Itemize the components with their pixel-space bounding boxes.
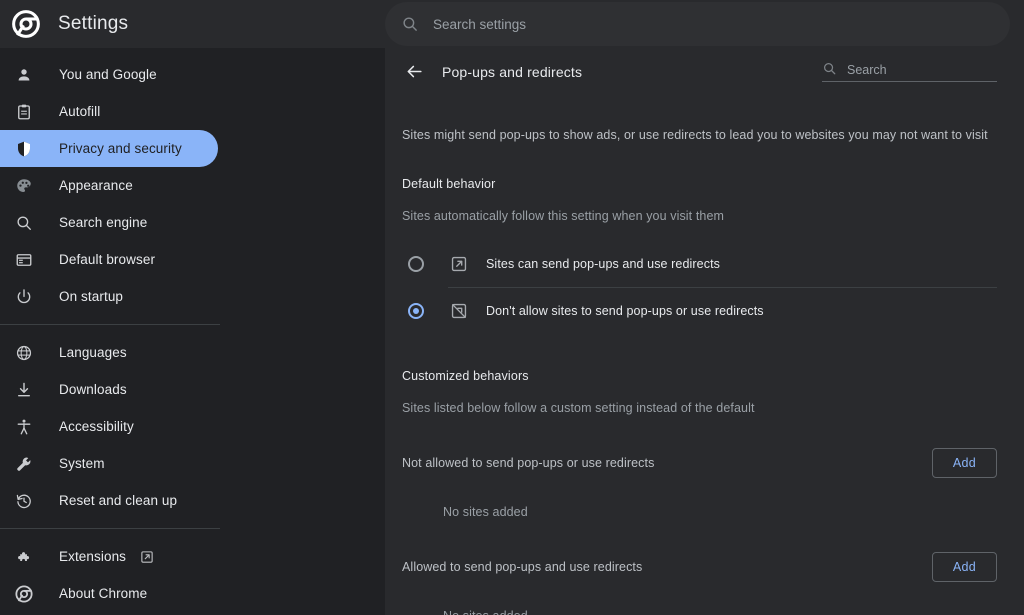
default-behavior-subtitle: Sites automatically follow this setting …	[402, 209, 725, 223]
sidebar-item-appearance[interactable]: Appearance	[0, 167, 385, 204]
page-title: Settings	[58, 13, 129, 34]
person-icon	[14, 65, 34, 85]
sidebar-item-privacy-and-security[interactable]: Privacy and security	[0, 130, 218, 167]
sidebar-group-main: You and Google Autofill Privacy and secu…	[0, 56, 385, 315]
sidebar-item-label: Default browser	[59, 252, 156, 267]
sidebar-item-languages[interactable]: Languages	[0, 334, 385, 371]
sidebar: You and Google Autofill Privacy and secu…	[0, 48, 385, 615]
sidebar-item-label: Extensions	[59, 549, 127, 564]
add-allowed-button[interactable]: Add	[931, 552, 997, 582]
not-allowed-label: Not allowed to send pop-ups or use redir…	[402, 456, 655, 470]
shield-icon	[14, 139, 34, 159]
sidebar-group-advanced: Languages Downloads Accessibility System…	[0, 334, 385, 519]
sidebar-item-default-browser[interactable]: Default browser	[0, 241, 385, 278]
radio-option-block-popups[interactable]: Don't allow sites to send pop-ups or use…	[402, 288, 997, 334]
add-not-allowed-button[interactable]: Add	[931, 448, 997, 478]
radio-option-label: Don't allow sites to send pop-ups or use…	[486, 304, 764, 318]
search-icon	[823, 62, 836, 75]
sidebar-item-label: Autofill	[59, 104, 101, 119]
sidebar-item-on-startup[interactable]: On startup	[0, 278, 385, 315]
search-icon	[14, 213, 34, 233]
sidebar-item-reset-and-clean-up[interactable]: Reset and clean up	[0, 482, 385, 519]
download-icon	[14, 380, 34, 400]
sidebar-item-label: System	[59, 456, 105, 471]
sidebar-item-label: You and Google	[59, 67, 157, 82]
section-search-input[interactable]	[847, 63, 997, 77]
palette-icon	[14, 176, 34, 196]
sidebar-item-label: Appearance	[59, 178, 133, 193]
allowed-label: Allowed to send pop-ups and use redirect…	[402, 560, 643, 574]
chrome-logo-icon	[12, 10, 40, 38]
wrench-icon	[14, 454, 34, 474]
history-icon	[14, 491, 34, 511]
sidebar-item-label: Languages	[59, 345, 127, 360]
customized-behaviors-title: Customized behaviors	[402, 369, 529, 383]
sidebar-divider-1	[0, 324, 220, 325]
sidebar-item-label: Search engine	[59, 215, 148, 230]
default-behavior-title: Default behavior	[402, 177, 496, 191]
power-icon	[14, 287, 34, 307]
sidebar-item-label: Reset and clean up	[59, 493, 178, 508]
sidebar-item-downloads[interactable]: Downloads	[0, 371, 385, 408]
main-header: Pop-ups and redirects	[385, 48, 1024, 95]
radio-option-label: Sites can send pop-ups and use redirects	[486, 257, 720, 271]
radio-button[interactable]	[408, 303, 424, 319]
sidebar-item-label: Accessibility	[59, 419, 134, 434]
section-title: Pop-ups and redirects	[442, 63, 583, 80]
radio-button[interactable]	[408, 256, 424, 272]
clipboard-icon	[14, 102, 34, 122]
global-search-container	[385, 0, 1024, 48]
sidebar-item-system[interactable]: System	[0, 445, 385, 482]
sidebar-item-search-engine[interactable]: Search engine	[0, 204, 385, 241]
not-allowed-list-header: Not allowed to send pop-ups or use redir…	[402, 447, 997, 479]
sidebar-item-label: Privacy and security	[59, 141, 182, 156]
customized-behaviors-subtitle: Sites listed below follow a custom setti…	[402, 401, 755, 415]
not-allowed-empty-text: No sites added	[443, 505, 528, 519]
search-icon	[403, 17, 417, 31]
top-bar-brand: Settings	[0, 0, 385, 48]
search-settings-input[interactable]	[433, 16, 994, 32]
sidebar-item-accessibility[interactable]: Accessibility	[0, 408, 385, 445]
open-in-new-off-icon	[451, 303, 467, 319]
arrow-left-icon	[407, 65, 422, 78]
browser-icon	[14, 250, 34, 270]
sidebar-group-footer: Extensions About Chrome	[0, 538, 385, 612]
accessibility-icon	[14, 417, 34, 437]
section-description: Sites might send pop-ups to show ads, or…	[402, 128, 988, 142]
globe-icon	[14, 343, 34, 363]
sidebar-item-you-and-google[interactable]: You and Google	[0, 56, 385, 93]
sidebar-item-about-chrome[interactable]: About Chrome	[0, 575, 385, 612]
sidebar-item-extensions[interactable]: Extensions	[0, 538, 385, 575]
open-in-new-icon	[451, 256, 467, 272]
allowed-empty-text: No sites added	[443, 609, 997, 615]
sidebar-item-label: About Chrome	[59, 586, 148, 601]
sidebar-item-autofill[interactable]: Autofill	[0, 93, 385, 130]
chrome-logo-icon	[14, 584, 34, 604]
global-search-box[interactable]	[385, 2, 1010, 46]
allowed-list-header: Allowed to send pop-ups and use redirect…	[402, 551, 997, 583]
default-behavior-radio-group: Sites can send pop-ups and use redirects…	[402, 241, 997, 334]
main-body: Sites might send pop-ups to show ads, or…	[385, 128, 1024, 615]
sidebar-divider-2	[0, 528, 220, 529]
open-in-new-icon	[141, 550, 153, 563]
sidebar-item-label: On startup	[59, 289, 124, 304]
puzzle-icon	[14, 547, 34, 567]
main-content: Pop-ups and redirects Sites might send p…	[385, 48, 1024, 615]
radio-option-allow-popups[interactable]: Sites can send pop-ups and use redirects	[402, 241, 997, 287]
top-bar: Settings	[0, 0, 1024, 48]
back-button[interactable]	[402, 60, 426, 84]
sidebar-item-label: Downloads	[59, 382, 127, 397]
section-search-box[interactable]	[822, 61, 997, 82]
